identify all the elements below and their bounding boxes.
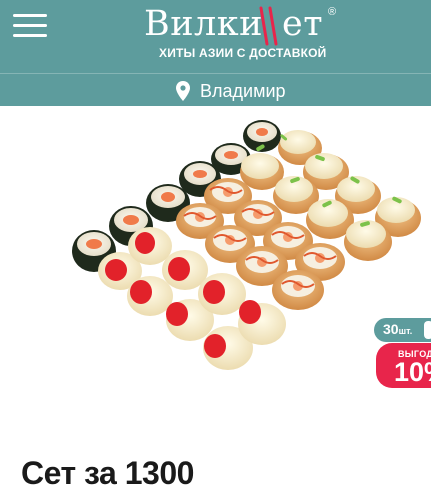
logo-tagline: ХИТЫ АЗИИ С ДОСТАВКОЙ — [159, 46, 327, 60]
logo-word: Вилки ет — [144, 4, 324, 44]
logo[interactable]: Вилки ет ® ХИТЫ АЗИИ С ДОСТАВКОЙ — [140, 2, 340, 64]
product-image[interactable] — [0, 106, 431, 406]
location-pin-icon — [176, 81, 190, 101]
chopsticks-icon — [259, 6, 278, 46]
discount-value: 10% — [394, 357, 431, 387]
location-selector[interactable]: Владимир — [176, 79, 286, 103]
city-name: Владимир — [200, 80, 286, 101]
sushi-set-illustration — [72, 120, 421, 370]
site-header: Вилки ет ® ХИТЫ АЗИИ С ДОСТАВКОЙ Владимир — [0, 0, 431, 106]
product-title: Сет за 1300 — [21, 455, 194, 491]
header-divider — [0, 73, 431, 74]
hamburger-menu-icon[interactable] — [13, 14, 47, 38]
piece-count-badge: 30шт. — [374, 318, 431, 342]
discount-badge: ВЫГОД 10% — [376, 343, 431, 388]
registered-mark: ® — [328, 6, 337, 18]
